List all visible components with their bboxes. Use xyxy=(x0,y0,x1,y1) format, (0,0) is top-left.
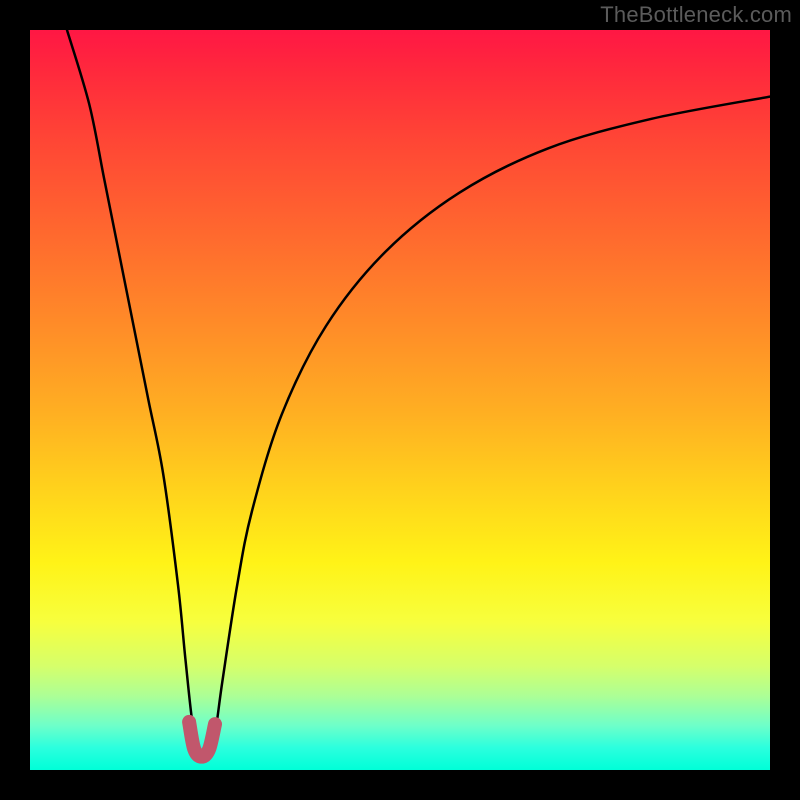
sweet-spot-curve xyxy=(189,722,215,757)
watermark-label: TheBottleneck.com xyxy=(600,2,792,28)
plot-area xyxy=(30,30,770,770)
curve-layer xyxy=(30,30,770,770)
bottleneck-curve xyxy=(67,30,770,758)
chart-frame: TheBottleneck.com xyxy=(0,0,800,800)
